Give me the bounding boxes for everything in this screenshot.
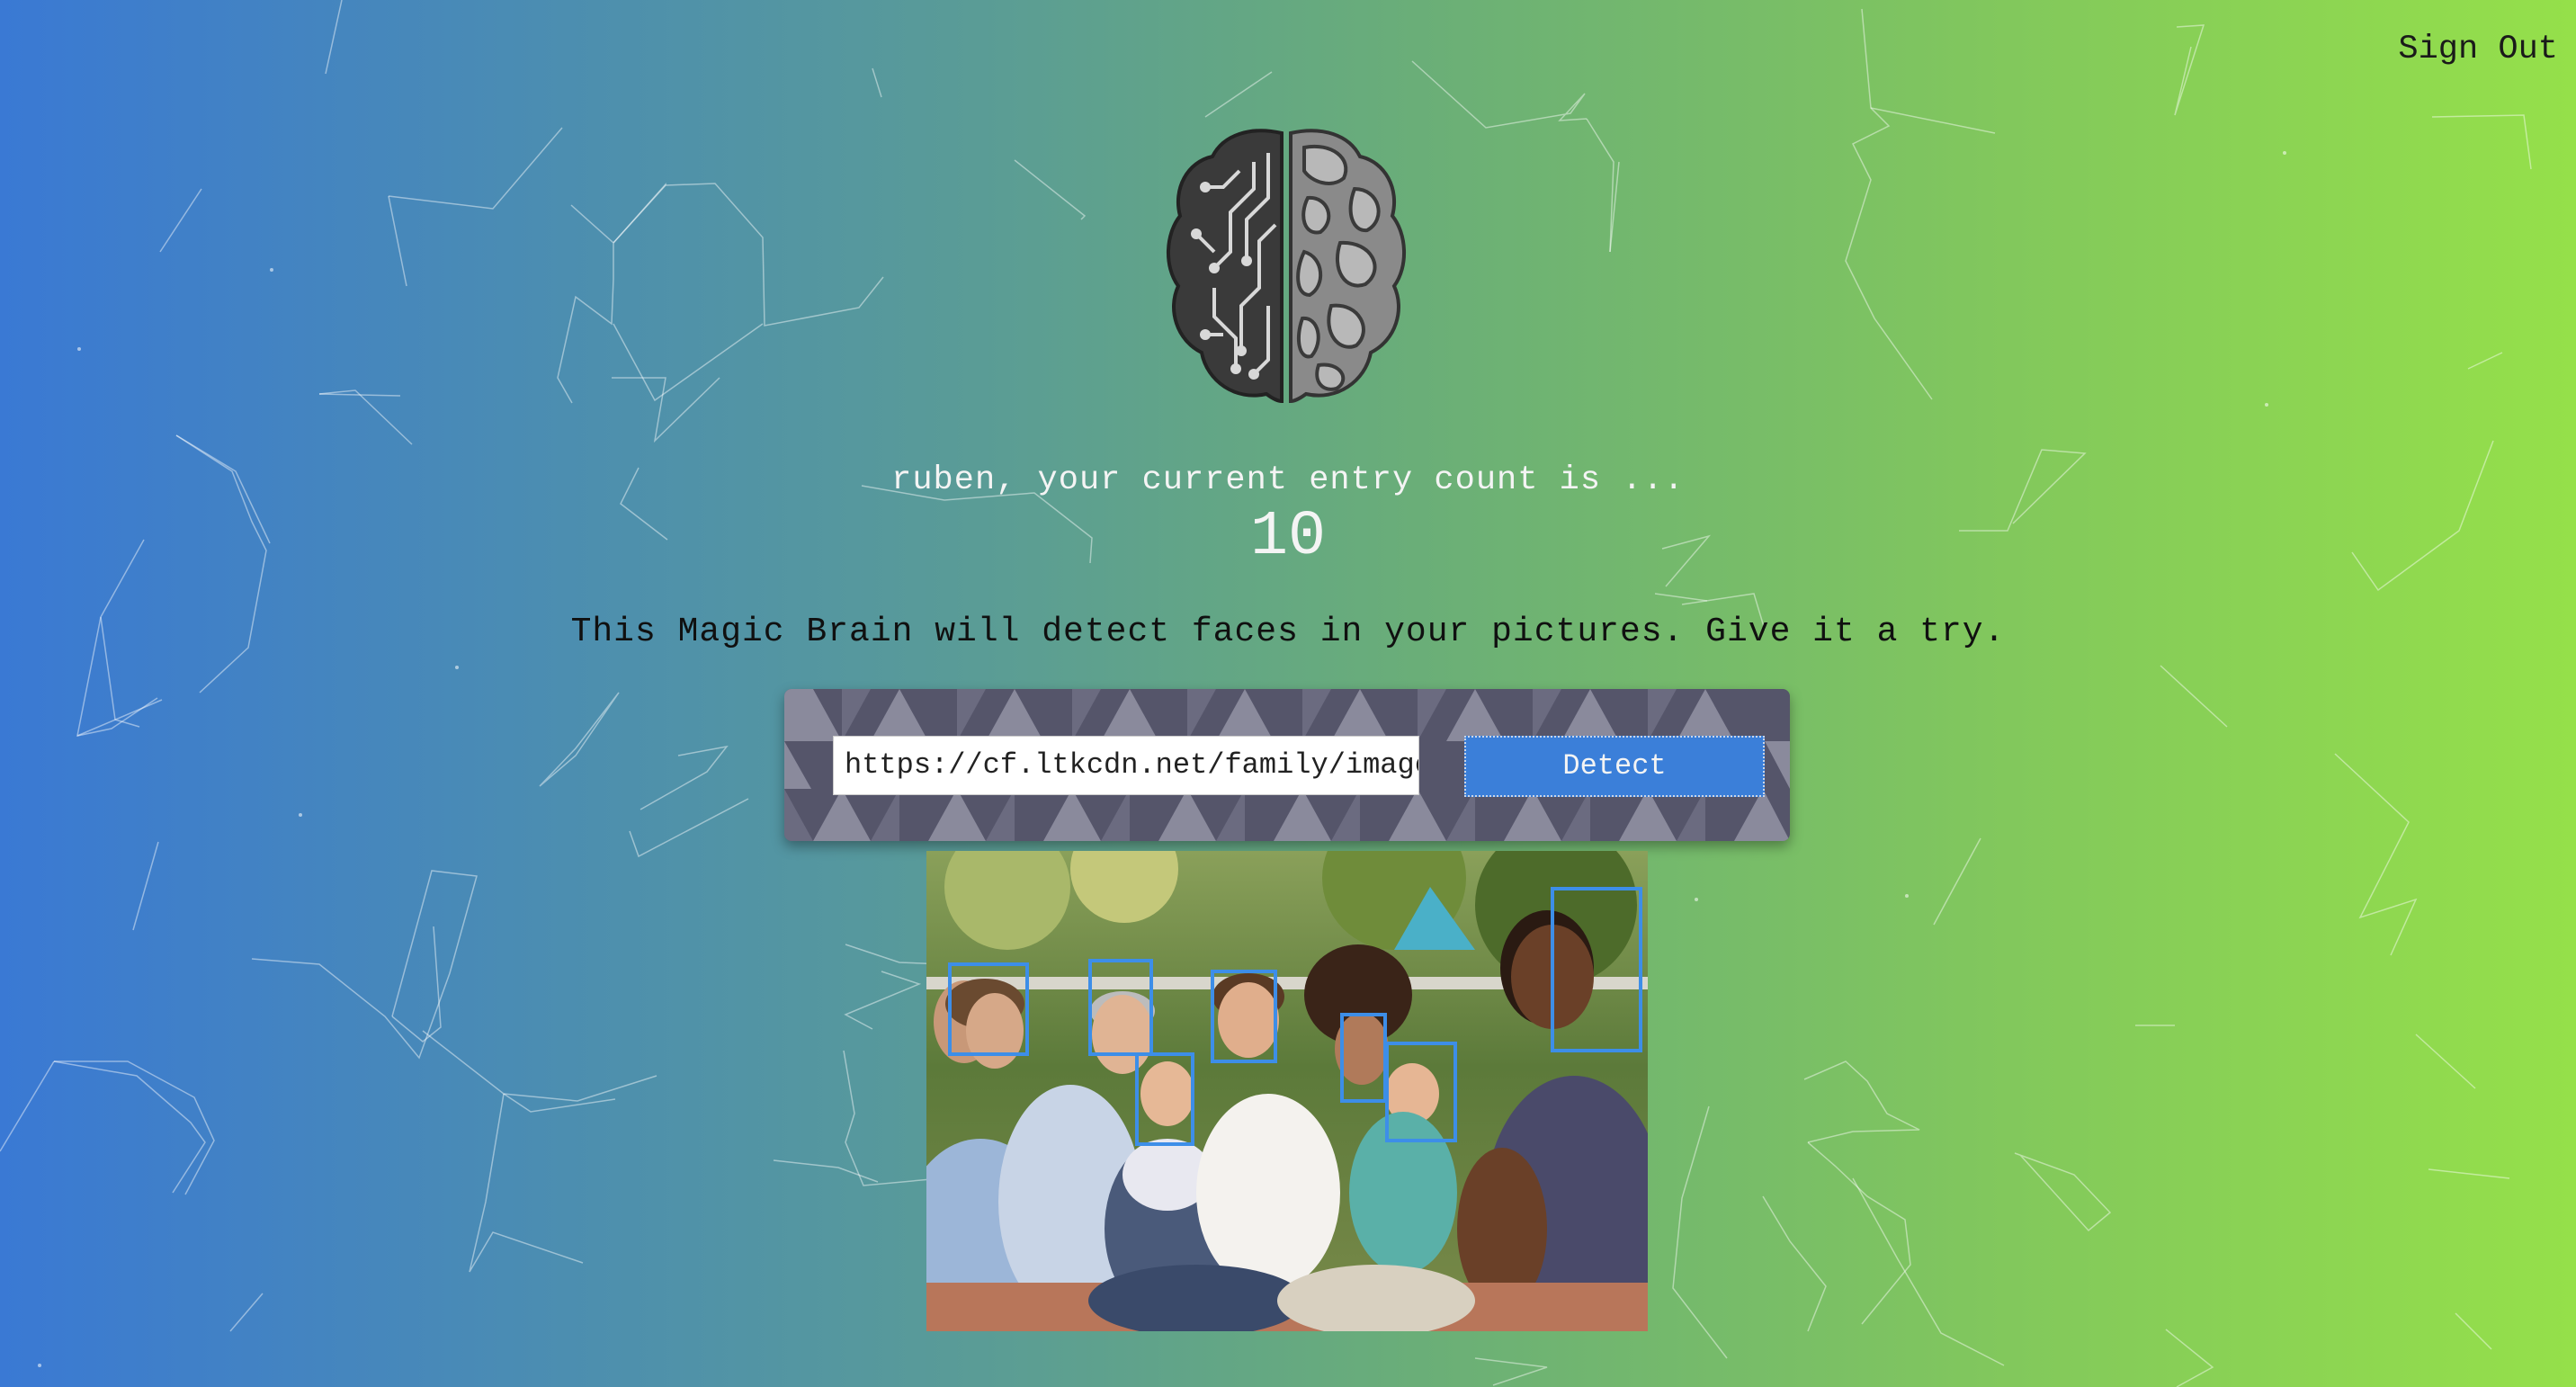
face-bounding-box xyxy=(1088,959,1153,1056)
image-url-input[interactable]: https://cf.ltkcdn.net/family/images/ xyxy=(833,736,1419,795)
face-bounding-box xyxy=(1385,1042,1457,1142)
detected-image xyxy=(926,851,1648,1331)
image-url-form: https://cf.ltkcdn.net/family/images/ Det… xyxy=(784,689,1790,841)
sign-out-link[interactable]: Sign Out xyxy=(2398,31,2558,68)
face-bounding-box xyxy=(1340,1013,1387,1103)
entry-count-message: ruben, your current entry count is ... xyxy=(891,461,1685,499)
family-photo xyxy=(926,851,1648,1331)
brain-icon xyxy=(1167,129,1406,404)
face-bounding-box xyxy=(1135,1052,1194,1146)
face-bounding-box xyxy=(1551,887,1642,1052)
face-bounding-box xyxy=(948,962,1029,1056)
entry-count-value: 10 xyxy=(1249,502,1326,573)
face-bounding-box xyxy=(1211,970,1277,1063)
app-description: This Magic Brain will detect faces in yo… xyxy=(570,613,2006,651)
detect-button[interactable]: Detect xyxy=(1464,736,1765,797)
